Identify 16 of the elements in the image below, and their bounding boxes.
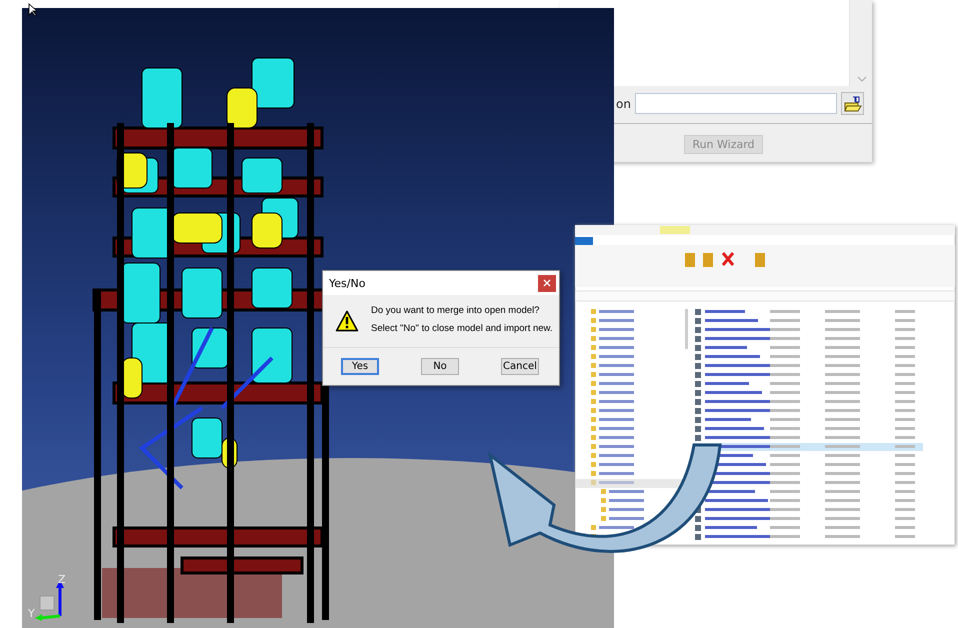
field-label: on [616, 96, 631, 110]
close-icon [543, 279, 551, 287]
dialog-button[interactable]: No [421, 358, 459, 375]
axis-label: Z [58, 573, 66, 586]
mouse-cursor-icon [28, 3, 38, 17]
browse-button[interactable] [841, 92, 864, 115]
axis-label: Y [28, 607, 35, 620]
dialog-button[interactable]: Cancel [501, 358, 539, 375]
dialog-message: Select "No" to close model and import new. [371, 323, 553, 334]
warning-icon [335, 309, 359, 333]
folder-icon [844, 96, 862, 112]
dialog-button[interactable]: Yes [341, 358, 379, 375]
path-field[interactable] [634, 93, 838, 114]
close-button[interactable] [538, 274, 556, 292]
dialog-title: Yes/No [329, 276, 366, 290]
dialog-message: Do you want to merge into open model? [371, 305, 540, 316]
